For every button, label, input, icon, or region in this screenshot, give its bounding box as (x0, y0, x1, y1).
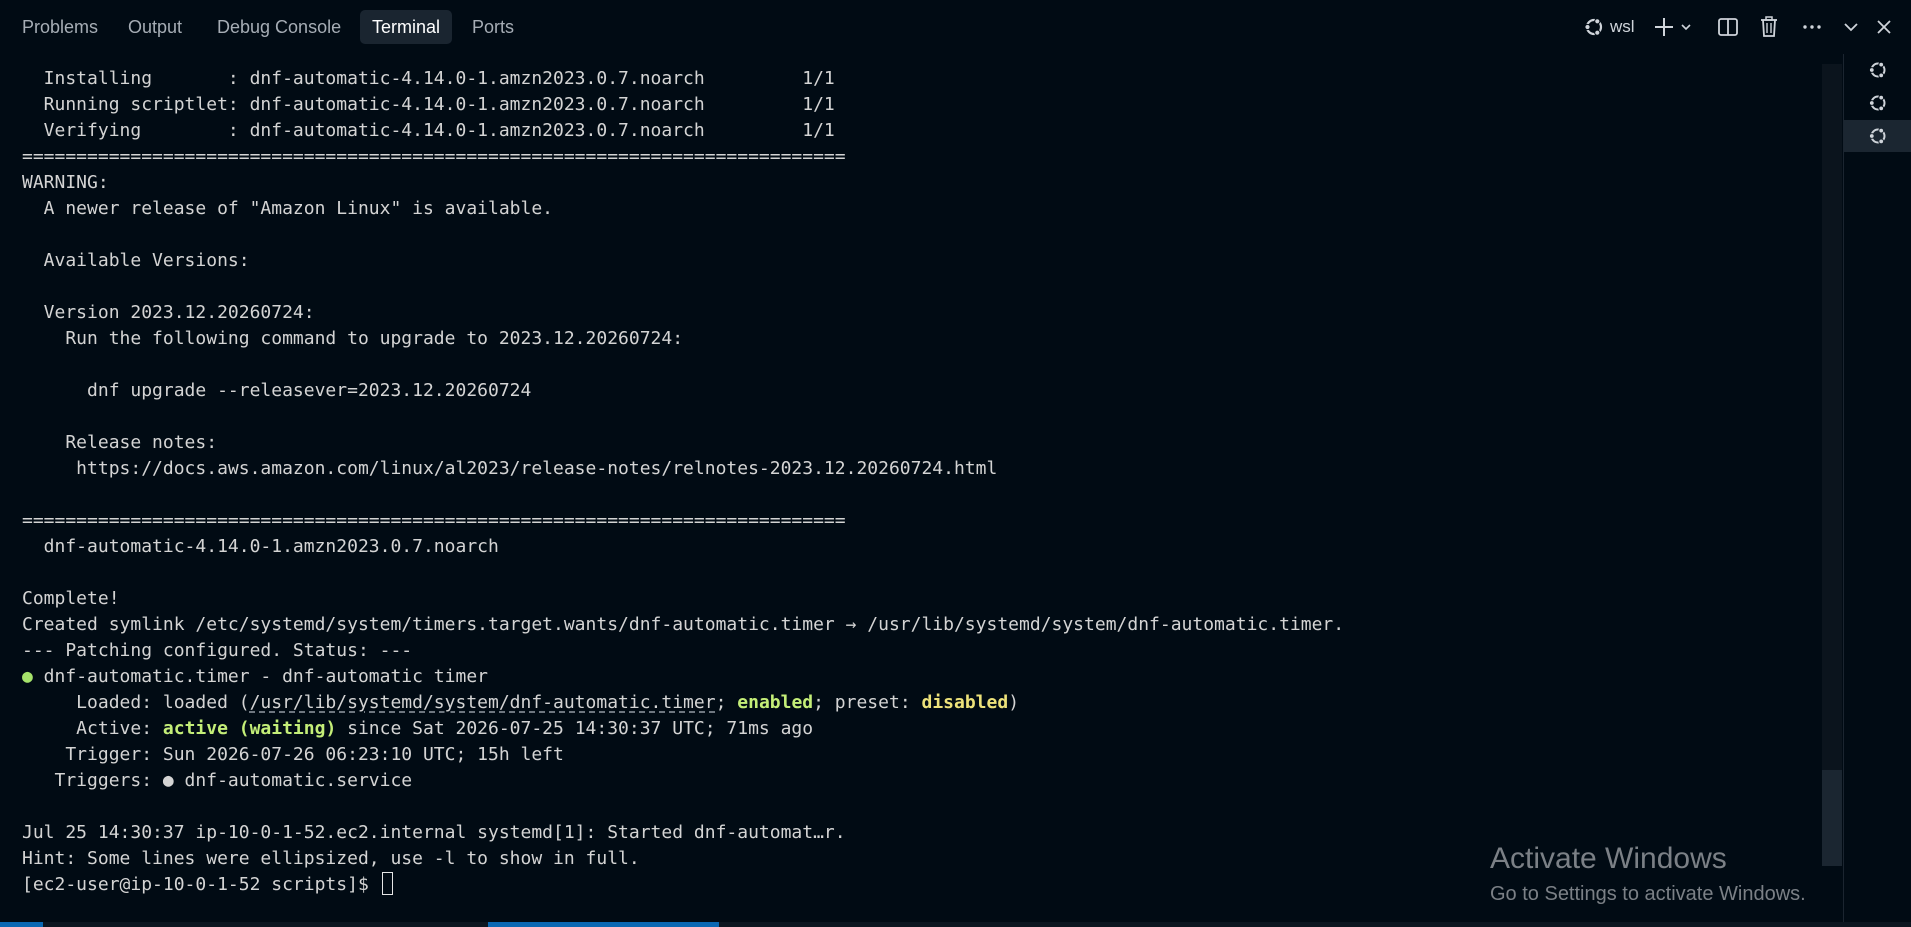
new-terminal-button[interactable] (1652, 10, 1676, 44)
terminal-line: A newer release of "Amazon Linux" is ava… (22, 198, 554, 219)
active-since: since Sat 2026-07-25 14:30:37 UTC; 71ms … (336, 718, 814, 739)
active-state: active (waiting) (162, 718, 337, 739)
terminal-profile-button[interactable]: wsl (1582, 10, 1642, 44)
loaded-sep: ; (715, 692, 738, 713)
terminal-line: Running scriptlet: dnf-automatic-4.14.0-… (22, 94, 835, 115)
terminal-line: Verifying : dnf-automatic-4.14.0-1.amzn2… (22, 120, 835, 141)
tab-ports[interactable]: Ports (460, 10, 526, 44)
terminal-line: Active: active (waiting) since Sat 2026-… (22, 716, 1344, 742)
terminal-separator: ========================================… (22, 146, 846, 167)
terminal-line: dnf upgrade --releasever=2023.12.2026072… (22, 380, 532, 401)
status-strip (0, 922, 1911, 927)
terminal-tabs-list (1843, 54, 1911, 922)
terminal-line: Created symlink /etc/systemd/system/time… (22, 614, 1345, 635)
terminal-instance-1[interactable] (1844, 54, 1911, 86)
maximize-panel-button[interactable] (1841, 10, 1861, 44)
terminal-line: Triggers: ● dnf-automatic.service (22, 770, 413, 791)
terminal-line: Loaded: loaded (/usr/lib/systemd/system/… (22, 690, 1344, 716)
terminal-line: dnf-automatic-4.14.0-1.amzn2023.0.7.noar… (22, 536, 499, 557)
terminal-line: WARNING: (22, 172, 109, 193)
preset-state: disabled (921, 692, 1009, 713)
close-panel-button[interactable] (1874, 10, 1894, 44)
enabled-state: enabled (737, 692, 814, 713)
terminal-line: Run the following command to upgrade to … (22, 328, 684, 349)
status-segment (0, 922, 43, 927)
terminal-prompt-line[interactable]: [ec2-user@ip-10-0-1-52 scripts]$ (22, 872, 1344, 898)
terminal-line: ● dnf-automatic.timer - dnf-automatic ti… (22, 664, 1344, 690)
status-dot: ● (22, 666, 33, 687)
terminal-line: Release notes: (22, 432, 218, 453)
tab-output[interactable]: Output (116, 10, 194, 44)
active-label: Active: (22, 718, 163, 739)
status-segment (488, 922, 719, 927)
launch-profile-dropdown[interactable] (1679, 10, 1693, 44)
terminal-line: Installing : dnf-automatic-4.14.0-1.amzn… (22, 68, 835, 89)
terminal-viewport[interactable]: Installing : dnf-automatic-4.14.0-1.amzn… (0, 54, 1822, 922)
terminal-line: Hint: Some lines were ellipsized, use -l… (22, 848, 640, 869)
shell-prompt: [ec2-user@ip-10-0-1-52 scripts]$ (22, 874, 380, 895)
terminal-line: Version 2023.12.20260724: (22, 302, 315, 323)
terminal-cursor (381, 872, 393, 895)
terminal-output: Installing : dnf-automatic-4.14.0-1.amzn… (22, 66, 1344, 898)
loaded-label: Loaded: loaded ( (22, 692, 250, 713)
more-actions-button[interactable] (1800, 10, 1824, 44)
unit-file-link[interactable]: /usr/lib/systemd/system/dnf-automatic.ti… (250, 692, 716, 713)
release-notes-link[interactable]: https://docs.aws.amazon.com/linux/al2023… (22, 456, 1344, 482)
terminal-separator: ========================================… (22, 510, 846, 531)
tab-debug-console[interactable]: Debug Console (205, 10, 353, 44)
split-terminal-button[interactable] (1716, 10, 1740, 44)
activate-windows-subtitle: Go to Settings to activate Windows. (1490, 883, 1806, 905)
preset-label: ; preset: (813, 692, 922, 713)
kill-terminal-button[interactable] (1757, 10, 1781, 44)
terminal-line: --- Patching configured. Status: --- (22, 640, 413, 661)
terminal-instance-3[interactable] (1844, 120, 1911, 152)
panel-tab-bar: Problems Output Debug Console Terminal P… (0, 0, 1911, 54)
terminal-line: Available Versions: (22, 250, 250, 271)
tab-terminal[interactable]: Terminal (360, 10, 453, 44)
terminal-line: Trigger: Sun 2026-07-26 06:23:10 UTC; 15… (22, 744, 564, 765)
unit-title: dnf-automatic.timer - dnf-automatic time… (32, 666, 488, 687)
scrollbar-thumb[interactable] (1822, 770, 1842, 866)
terminal-line: Complete! (22, 588, 120, 609)
terminal-line: Jul 25 14:30:37 ip-10-0-1-52.ec2.interna… (22, 822, 846, 843)
terminal-instance-2[interactable] (1844, 87, 1911, 119)
terminal-profile-label: wsl (1610, 17, 1635, 36)
terminal-scrollbar[interactable] (1822, 64, 1842, 866)
loaded-close: ) (1008, 692, 1020, 713)
activate-windows-title: Activate Windows (1490, 842, 1727, 875)
tab-problems[interactable]: Problems (10, 10, 110, 44)
